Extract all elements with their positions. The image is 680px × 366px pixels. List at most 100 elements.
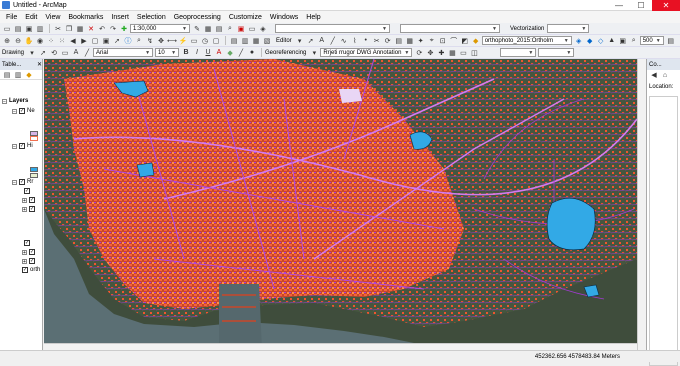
select-features-icon[interactable]: ▢ <box>90 36 100 46</box>
georef-tool-icon[interactable]: ◫ <box>469 48 479 58</box>
georeferencing-menu[interactable]: Georeferencing <box>265 50 306 56</box>
underline-button[interactable]: U <box>203 48 213 58</box>
layer-checkbox[interactable]: ✓ <box>29 206 35 212</box>
cleanup-session-icon[interactable]: ▣ <box>618 36 628 46</box>
print-icon[interactable]: ▥ <box>35 24 45 34</box>
layer-checkbox[interactable]: ✓ <box>19 108 25 114</box>
layer-checkbox[interactable]: ✓ <box>19 179 25 185</box>
magnifier-icon[interactable]: ⌕ <box>629 36 639 46</box>
toc-layer-rr[interactable]: − ✓ Rr <box>12 179 33 185</box>
layout-icon-4[interactable]: ▧ <box>262 36 272 46</box>
menu-insert[interactable]: Insert <box>111 14 129 21</box>
shift-icon[interactable]: ✥ <box>425 48 435 58</box>
toc-sublayer-6[interactable]: + ✓ <box>22 258 37 264</box>
add-data-icon[interactable]: ✚ <box>119 24 129 34</box>
italic-button[interactable]: I <box>192 48 202 58</box>
draw-line-icon[interactable]: ╱ <box>82 48 92 58</box>
select-elements-icon[interactable]: ➚ <box>38 48 48 58</box>
save-icon[interactable]: ▣ <box>24 24 34 34</box>
font-size-combo[interactable]: 10 ▼ <box>155 48 180 57</box>
measure-icon[interactable]: ⟷ <box>167 36 177 46</box>
toc-layer-ortho[interactable]: ✓ orth <box>22 267 40 273</box>
copy-icon[interactable]: ❐ <box>64 24 74 34</box>
catalog-icon[interactable]: ▤ <box>214 24 224 34</box>
close-icon[interactable]: ✕ <box>37 61 42 68</box>
list-by-source-icon[interactable]: ▥ <box>13 70 23 80</box>
toc-sublayer-5[interactable]: + ✓ <box>22 249 37 255</box>
map-display[interactable] <box>44 59 637 350</box>
point-icon[interactable]: • <box>361 36 371 46</box>
add-layer-icon[interactable]: ◆ <box>471 36 481 46</box>
new-document-icon[interactable]: ▭ <box>2 24 12 34</box>
maximize-button[interactable]: ☐ <box>630 0 652 11</box>
blank-combo-1[interactable]: ▼ <box>275 24 390 33</box>
drawing-menu[interactable]: Drawing <box>2 50 24 56</box>
add-control-points-icon[interactable]: ✚ <box>436 48 446 58</box>
blank-combo-3[interactable]: ▼ <box>500 48 537 57</box>
expand-icon[interactable]: + <box>22 249 27 255</box>
toc-layer-ne[interactable]: − ✓ Ne <box>12 108 35 114</box>
map-canvas[interactable] <box>44 59 637 350</box>
layer-checkbox[interactable]: ✓ <box>24 240 30 246</box>
find-icon[interactable]: ⌕ <box>134 36 144 46</box>
catalog-tree[interactable] <box>649 96 678 366</box>
menu-edit[interactable]: Edit <box>25 14 37 21</box>
collapse-icon[interactable]: − <box>2 98 7 104</box>
text-tool-icon[interactable]: A <box>71 48 81 58</box>
toc-sublayer-4[interactable]: ✓ <box>24 240 32 246</box>
menu-bookmarks[interactable]: Bookmarks <box>68 14 103 21</box>
edit-tool-icon[interactable]: ➚ <box>306 36 316 46</box>
full-extent-icon[interactable]: ◉ <box>35 36 45 46</box>
editor-menu[interactable]: Editor <box>276 38 292 44</box>
topology-icon[interactable]: ⊡ <box>438 36 448 46</box>
open-folder-icon[interactable]: ▤ <box>13 24 23 34</box>
menu-windows[interactable]: Windows <box>270 14 298 21</box>
chevron-down-icon[interactable]: ▾ <box>295 36 305 46</box>
menu-customize[interactable]: Customize <box>229 14 262 21</box>
zoom-out-icon[interactable]: ⊖ <box>13 36 23 46</box>
list-by-visibility-icon[interactable]: ◆ <box>24 70 34 80</box>
table-window-icon[interactable]: ▦ <box>203 24 213 34</box>
chevron-down-icon[interactable]: ▾ <box>27 48 37 58</box>
identify-icon[interactable]: ⓘ <box>123 36 133 46</box>
paste-icon[interactable]: ▦ <box>75 24 85 34</box>
split-icon[interactable]: ✂ <box>372 36 382 46</box>
sketch-properties-icon[interactable]: ▦ <box>405 36 415 46</box>
layout-icon-2[interactable]: ▥ <box>240 36 250 46</box>
snapping-icon[interactable]: ⌖ <box>427 36 437 46</box>
cut-polygon-icon[interactable]: ◩ <box>460 36 470 46</box>
vectorization-combo[interactable]: ▼ <box>547 24 590 33</box>
minimize-button[interactable]: — <box>608 0 630 11</box>
marker-color-icon[interactable]: ● <box>247 48 257 58</box>
expand-icon[interactable]: + <box>22 206 27 212</box>
reshape-icon[interactable]: ⌒ <box>449 36 459 46</box>
close-button[interactable]: ✕ <box>652 0 680 11</box>
toc-sublayer-3[interactable]: + ✓ <box>22 206 37 212</box>
collapse-icon[interactable]: − <box>12 179 17 185</box>
edit-annotation-icon[interactable]: A <box>317 36 327 46</box>
create-features-icon[interactable]: ✦ <box>416 36 426 46</box>
raster-cleanup-icon[interactable]: ◈ <box>574 36 584 46</box>
curve-icon[interactable]: ∿ <box>339 36 349 46</box>
forward-extent-icon[interactable]: ▶ <box>79 36 89 46</box>
font-color-icon[interactable]: A <box>214 48 224 58</box>
layer-checkbox[interactable]: ✓ <box>29 197 35 203</box>
zoom-value-combo[interactable]: 500 ▼ <box>639 36 664 45</box>
view-link-table-icon[interactable]: ▦ <box>447 48 457 58</box>
zoom-in-icon[interactable]: ⊕ <box>2 36 12 46</box>
bold-button[interactable]: B <box>181 48 191 58</box>
rotate-element-icon[interactable]: ⟲ <box>49 48 59 58</box>
collapse-icon[interactable]: − <box>12 108 17 114</box>
georef-layer-combo[interactable]: Rrjeti rrugor DWG Annotation ▼ <box>320 48 413 57</box>
viewer-icon[interactable]: ▭ <box>458 48 468 58</box>
raster-painting-icon[interactable]: ◆ <box>585 36 595 46</box>
collapse-icon[interactable]: − <box>12 143 17 149</box>
vectorize-icon[interactable]: ◇ <box>596 36 606 46</box>
dock-icon[interactable]: ▤ <box>666 36 676 46</box>
layout-icon-3[interactable]: ▦ <box>251 36 261 46</box>
fixed-zoom-in-icon[interactable]: ⁘ <box>46 36 56 46</box>
rotate-icon[interactable]: ⟳ <box>383 36 393 46</box>
hyperlink-icon[interactable]: ⚡ <box>178 36 188 46</box>
back-extent-icon[interactable]: ◀ <box>68 36 78 46</box>
map-horizontal-scrollbar[interactable] <box>44 343 637 350</box>
